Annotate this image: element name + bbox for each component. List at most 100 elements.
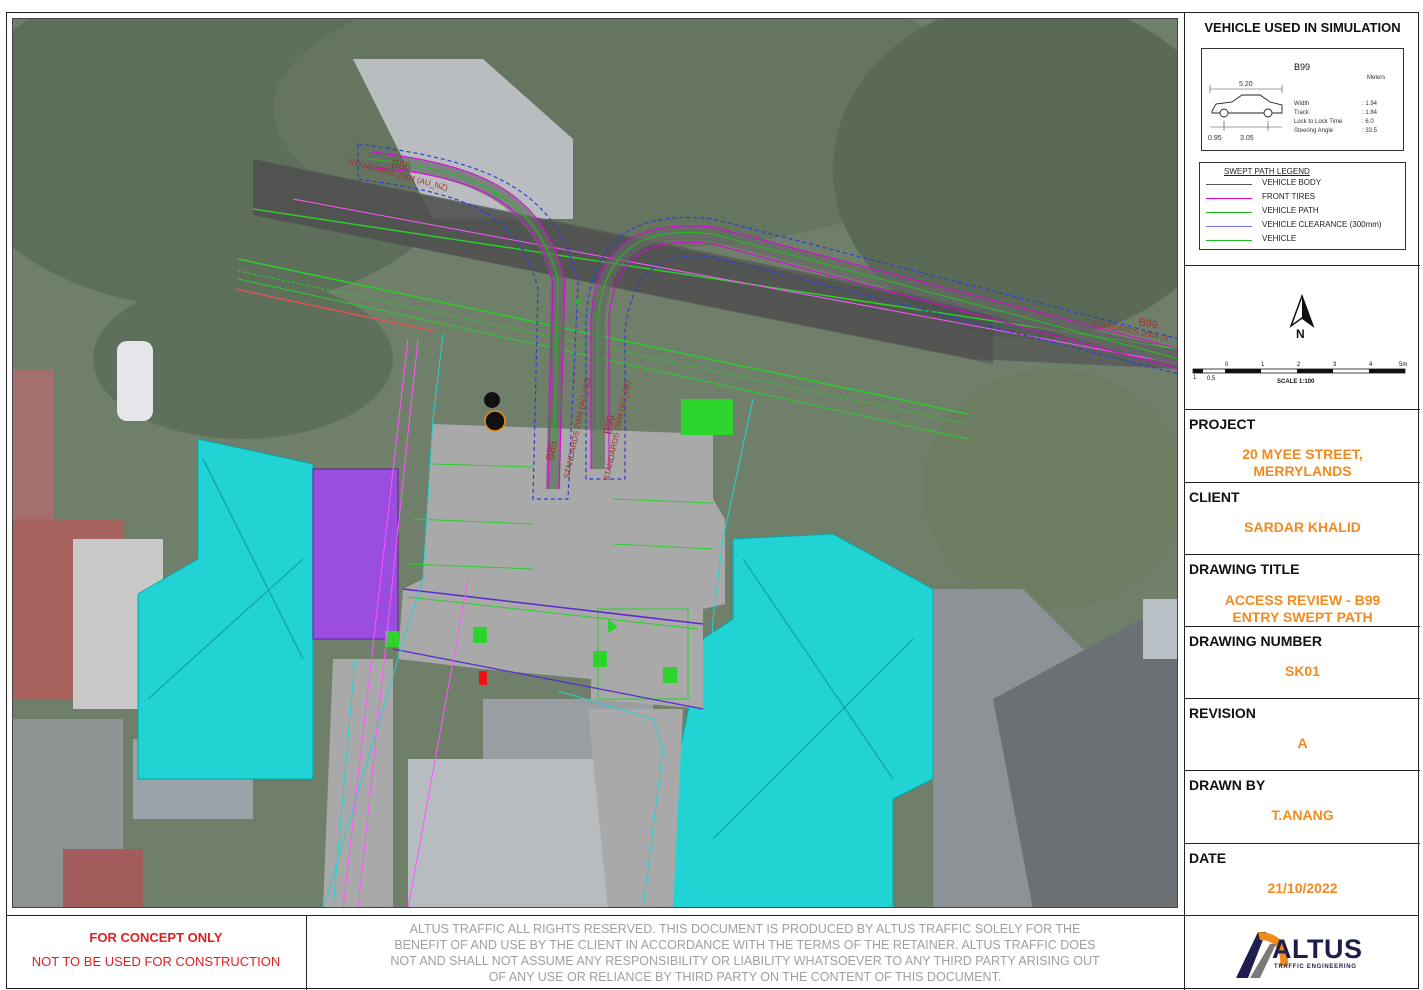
aerial-map: B85 STANDARDS 2004 (AU_NZ) B99 STANDARDS… — [12, 18, 1178, 908]
revision-label: REVISION — [1189, 705, 1256, 721]
drawn-by-label: DRAWN BY — [1189, 777, 1266, 793]
disclaimer-text: ALTUS TRAFFIC ALL RIGHTS RESERVED. THIS … — [336, 921, 1154, 985]
project-line1: 20 MYEE STREET, — [1242, 446, 1363, 462]
marker-square — [473, 627, 487, 643]
disclaimer-line: ALTUS TRAFFIC ALL RIGHTS RESERVED. THIS … — [409, 922, 1081, 936]
scale-tick: 4 — [1369, 362, 1373, 368]
parked-car — [117, 341, 153, 421]
drawn-by-value: T.ANANG — [1271, 807, 1334, 823]
client-name: SARDAR KHALID — [1244, 519, 1361, 535]
legend-title: SWEPT PATH LEGEND — [1224, 167, 1310, 176]
marker-square — [593, 651, 607, 667]
spec-value: : 6.0 — [1362, 119, 1374, 125]
revision-value: A — [1297, 735, 1308, 751]
date-value: 21/10/2022 — [1267, 880, 1338, 896]
vehicle-length: 5.20 — [1239, 81, 1253, 88]
red-marker — [479, 671, 487, 685]
spec-label: Lock to Lock Time — [1294, 119, 1343, 125]
marker-square — [663, 667, 677, 683]
client-section: CLIENT SARDAR KHALID — [1185, 483, 1420, 555]
scale-tick: 0 — [1225, 362, 1229, 368]
vehicle-section: VEHICLE USED IN SIMULATION 5.20 0.95 3.0… — [1185, 12, 1420, 266]
client-label: CLIENT — [1189, 489, 1240, 505]
spec-row-steering: Steering Angle : 33.5 — [1294, 128, 1377, 134]
legend-swatch — [1206, 226, 1252, 227]
north-arrow-icon: N — [1192, 293, 1406, 374]
legend-item: VEHICLE BODY — [1200, 178, 1407, 190]
disclaimer-line: BENEFIT OF AND USE BY THE CLIENT IN ACCO… — [394, 938, 1096, 952]
north-scale-section: N 1 0.5 0 1 2 3 4 5m SCALE 1:100 — [1185, 266, 1420, 410]
legend-swatch — [1206, 184, 1252, 185]
bin-enclosure — [681, 399, 733, 435]
project-label: PROJECT — [1189, 416, 1256, 432]
spec-value: : 1.84 — [1362, 110, 1378, 116]
drawing-title-label: DRAWING TITLE — [1189, 561, 1300, 577]
spec-label: Steering Angle — [1294, 128, 1334, 134]
tree-marker — [484, 392, 500, 408]
project-line2: MERRYLANDS — [1253, 463, 1352, 479]
legend-swatch — [1206, 240, 1252, 241]
title-panel: VEHICLE USED IN SIMULATION 5.20 0.95 3.0… — [1184, 12, 1420, 915]
site-plan-drawing: B85 STANDARDS 2004 (AU_NZ) B99 STANDARDS… — [13, 19, 1177, 907]
scale-tick: 3 — [1333, 362, 1337, 368]
legend-item: VEHICLE PATH — [1200, 206, 1407, 218]
scale-tick: 1 — [1193, 375, 1197, 381]
concept-note: FOR CONCEPT ONLY NOT TO BE USED FOR CONS… — [6, 916, 307, 990]
vehicle-front-overhang: 0.95 — [1208, 135, 1222, 142]
date-label: DATE — [1189, 850, 1227, 866]
legend-label: VEHICLE PATH — [1262, 206, 1319, 215]
scale-tick: 1 — [1261, 362, 1265, 368]
spec-row-track: Track : 1.84 — [1294, 110, 1377, 116]
spec-label: Width — [1294, 101, 1310, 107]
disclaimer-line: OF ANY USE OR RELIANCE BY THIRD PARTY ON… — [488, 970, 1002, 984]
swept-path-legend: SWEPT PATH LEGEND VEHICLE BODY FRONT TIR… — [1199, 162, 1406, 250]
scale-tick: 2 — [1297, 362, 1301, 368]
spec-row-width: Width : 1.94 — [1294, 101, 1377, 107]
drawing-title-line1: ACCESS REVIEW - B99 — [1224, 592, 1381, 608]
concept-line1: FOR CONCEPT ONLY — [89, 930, 223, 945]
drawn-by-section: DRAWN BY T.ANANG — [1185, 771, 1420, 844]
legend-item: VEHICLE CLEARANCE (300mm) — [1200, 220, 1407, 232]
disclaimer-line: NOT AND SHALL NOT ASSUME ANY RESPONSIBIL… — [390, 954, 1100, 968]
date-section: DATE 21/10/2022 — [1185, 844, 1420, 915]
legend-swatch — [1206, 212, 1252, 213]
legend-item: FRONT TIRES — [1200, 192, 1407, 204]
scale-tick: 5m — [1399, 362, 1408, 368]
legend-swatch — [1206, 198, 1252, 199]
footer-strip: FOR CONCEPT ONLY NOT TO BE USED FOR CONS… — [6, 915, 1419, 990]
drawing-number: SK01 — [1284, 663, 1321, 679]
legend-label: FRONT TIRES — [1262, 192, 1316, 201]
tree-marker — [484, 410, 506, 432]
revision-section: REVISION A — [1185, 699, 1420, 771]
concept-line2: NOT TO BE USED FOR CONSTRUCTION — [31, 954, 281, 969]
drawing-title-line2: ENTRY SWEPT PATH — [1232, 609, 1373, 625]
drawing-title-section: DRAWING TITLE ACCESS REVIEW - B99 ENTRY … — [1185, 555, 1420, 627]
north-letter: N — [1296, 327, 1305, 341]
disclaimer-cell: ALTUS TRAFFIC ALL RIGHTS RESERVED. THIS … — [306, 916, 1185, 990]
vehicle-units: Meters — [1367, 75, 1386, 81]
legend-label: VEHICLE BODY — [1262, 178, 1322, 187]
logo-text: ALTUS — [1272, 934, 1363, 964]
drawing-number-section: DRAWING NUMBER SK01 — [1185, 627, 1420, 699]
neighbour-roof — [63, 849, 143, 907]
legend-label: VEHICLE — [1262, 234, 1297, 243]
spec-label: Track — [1294, 110, 1309, 116]
legend-item: VEHICLE — [1200, 234, 1407, 246]
vehicle-wheelbase: 3.05 — [1240, 135, 1254, 142]
logo-cell: ALTUS TRAFFIC ENGINEERING — [1184, 916, 1419, 990]
parked-car — [1143, 599, 1177, 659]
spec-value: : 33.5 — [1362, 128, 1378, 134]
scale-label: SCALE 1:100 — [1277, 379, 1315, 385]
driveway — [323, 659, 393, 907]
scale-tick: 0.5 — [1207, 376, 1216, 382]
vehicle-section-title: VEHICLE USED IN SIMULATION — [1204, 20, 1401, 35]
drawing-number-label: DRAWING NUMBER — [1189, 633, 1322, 649]
spec-value: : 1.94 — [1362, 101, 1378, 107]
project-section: PROJECT 20 MYEE STREET, MERRYLANDS — [1185, 410, 1420, 483]
legend-label: VEHICLE CLEARANCE (300mm) — [1262, 220, 1382, 229]
vehicle-name: B99 — [1294, 62, 1311, 72]
tree-canopy — [923, 369, 1177, 609]
logo-subtitle: TRAFFIC ENGINEERING — [1274, 964, 1357, 970]
purple-carport — [313, 469, 398, 639]
neighbour-roof — [408, 759, 608, 907]
